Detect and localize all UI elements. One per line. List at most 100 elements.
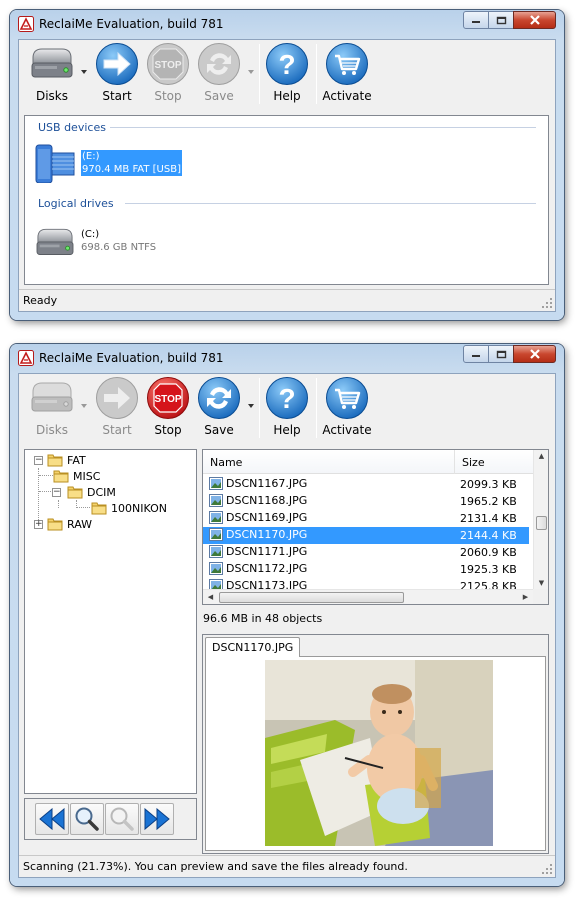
toolbar: Disks Start STOP Stop Save ? Help Activa… [19,40,555,104]
window-title: ReclaiMe Evaluation, build 781 [39,17,224,31]
group-divider [125,203,536,204]
rewind-icon [39,807,65,831]
disks-dropdown-arrow-icon[interactable] [80,402,88,410]
file-name: DSCN1173.JPG [226,579,308,589]
preview-panel: DSCN1170.JPG [202,634,549,854]
column-header-name[interactable]: Name [203,450,455,474]
scroll-left-icon[interactable]: ◀ [203,593,218,601]
app-icon [18,16,34,32]
table-row[interactable]: DSCN1169.JPG 2131.4 KB [203,510,529,527]
scroll-down-icon[interactable]: ▼ [534,579,548,587]
disks-button[interactable]: Disks [27,42,77,103]
disks-button[interactable]: Disks [27,376,77,437]
resize-grip-icon[interactable] [541,297,553,309]
image-file-icon [209,528,223,541]
help-button[interactable]: ? Help [262,376,312,437]
disks-label: Disks [35,89,69,103]
help-label: Help [273,423,301,437]
collapse-icon[interactable]: − [34,455,43,465]
preview-frame [205,656,546,851]
tree-label: DCIM [87,485,116,499]
close-button[interactable] [513,11,556,29]
fast-forward-icon [144,807,170,831]
resize-grip-icon[interactable] [541,863,553,875]
file-size: 1965.2 KB [460,495,517,508]
activate-button[interactable]: Activate [322,42,372,103]
column-header-size[interactable]: Size [454,450,534,474]
activate-label: Activate [322,423,372,437]
maximize-button[interactable] [488,345,514,363]
photo-preview [265,660,493,846]
title-bar[interactable]: ReclaiMe Evaluation, build 781 [10,10,564,38]
close-button[interactable] [513,345,556,363]
table-row[interactable]: DSCN1173.JPG 2125.8 KB [203,578,529,589]
tree-node-misc[interactable]: MISC [53,468,100,484]
image-file-icon [209,545,223,558]
image-file-icon [209,494,223,507]
svg-text:?: ? [278,49,295,80]
drive-item-usb[interactable]: (E:) 970.4 MB FAT [USB] [33,143,182,183]
stop-sign-icon: STOP [147,377,189,419]
table-row[interactable]: DSCN1172.JPG 1925.3 KB [203,561,529,578]
hard-drive-icon [31,48,73,78]
maximize-button[interactable] [488,11,514,29]
preview-tab[interactable]: DSCN1170.JPG [205,637,301,657]
image-file-icon [209,579,223,589]
tree-label: 100NIKON [111,501,167,515]
save-button[interactable]: Save [194,376,244,437]
tree-node-raw[interactable]: + RAW [34,516,92,532]
table-row[interactable]: DSCN1171.JPG 2060.9 KB [203,544,529,561]
previous-button[interactable] [35,803,69,835]
minimize-button[interactable] [463,345,489,363]
file-size: 2060.9 KB [460,546,517,559]
status-text: Scanning (21.73%). You can preview and s… [23,860,408,873]
save-dropdown-arrow-icon[interactable] [247,402,255,410]
zoom-button[interactable] [70,803,104,835]
tree-label: RAW [67,517,92,531]
table-row[interactable]: DSCN1170.JPG 2144.4 KB [203,527,529,544]
expand-icon[interactable]: + [34,519,43,529]
start-button[interactable]: Start [92,42,142,103]
help-button[interactable]: ? Help [262,42,312,103]
scroll-right-icon[interactable]: ▶ [518,593,533,601]
save-button[interactable]: Save [194,42,244,103]
scroll-up-icon[interactable]: ▲ [534,452,548,460]
zoom-disabled-button[interactable] [105,803,139,835]
folder-tree[interactable]: − FAT MISC − DCIM 100NIKON + RAW [24,449,197,794]
vertical-scrollbar[interactable]: ▲ ▼ [533,450,548,589]
question-icon: ? [266,43,308,85]
stop-button[interactable]: STOP Stop [143,42,193,103]
next-button[interactable] [140,803,174,835]
scrollbar-thumb[interactable] [536,516,547,530]
group-header-logical: Logical drives [38,197,114,210]
file-name: DSCN1169.JPG [226,511,308,524]
scrollbar-thumb[interactable] [219,592,404,603]
maximize-icon [496,350,506,358]
stop-button[interactable]: STOP Stop [143,376,193,437]
horizontal-scrollbar[interactable]: ◀ ▶ [203,589,533,604]
file-list[interactable]: Name Size DSCN1167.JPG 2099.3 KB DSCN1168.… [202,449,549,605]
tree-node-fat[interactable]: − FAT [34,452,86,468]
disks-dropdown-arrow-icon[interactable] [80,68,88,76]
drive-info: 970.4 MB FAT [USB] [82,164,181,175]
tree-node-dcim[interactable]: − DCIM [52,484,116,500]
activate-label: Activate [322,89,372,103]
activate-button[interactable]: Activate [322,376,372,437]
collapse-icon[interactable]: − [52,487,61,497]
device-list[interactable]: USB devices (E:) 970.4 MB FAT [USB] Logi… [24,115,549,285]
table-row[interactable]: DSCN1168.JPG 1965.2 KB [203,493,529,510]
file-name: DSCN1170.JPG [226,528,308,541]
start-button[interactable]: Start [92,376,142,437]
usb-drive-icon [35,144,75,183]
title-bar[interactable]: ReclaiMe Evaluation, build 781 [10,344,564,372]
tree-node-100nikon[interactable]: 100NIKON [91,500,167,516]
tree-label: FAT [67,453,86,467]
minimize-button[interactable] [463,11,489,29]
zoom-icon [75,807,99,831]
group-header-usb: USB devices [38,121,106,134]
drive-item-c[interactable]: (C:) 698.6 GB NTFS [33,223,156,259]
file-size: 2131.4 KB [460,512,517,525]
tree-label: MISC [73,469,101,483]
table-row[interactable]: DSCN1167.JPG 2099.3 KB [203,476,529,493]
save-dropdown-arrow-icon[interactable] [247,68,255,76]
